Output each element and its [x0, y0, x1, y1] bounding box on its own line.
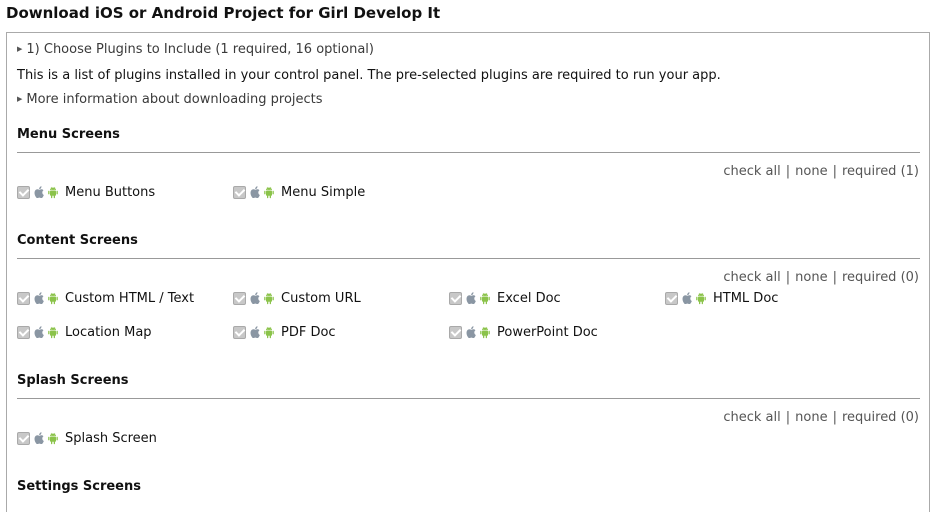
step-toggle[interactable]: ▶ 1) Choose Plugins to Include (1 require…: [17, 42, 374, 57]
plugin-item[interactable]: Splash Screen: [17, 429, 157, 447]
android-icon: [264, 186, 274, 198]
apple-icon: [466, 326, 476, 338]
section-controls-splash-screens: check all | none | required (0): [723, 410, 919, 425]
apple-icon: [34, 432, 44, 444]
plugin-item[interactable]: Excel Doc: [449, 289, 561, 307]
section-controls-menu-screens: check all | none | required (1): [723, 164, 919, 179]
section-title-menu-screens: Menu Screens: [17, 127, 120, 142]
plugin-checkbox[interactable]: [233, 291, 246, 305]
check-all-link[interactable]: check all: [723, 164, 780, 179]
android-icon: [480, 292, 490, 304]
section-divider: [17, 152, 920, 153]
android-icon: [48, 432, 58, 444]
plugin-item[interactable]: Location Map: [17, 323, 152, 341]
apple-icon: [682, 292, 692, 304]
android-icon: [480, 326, 490, 338]
apple-icon: [34, 186, 44, 198]
page-title: Download iOS or Android Project for Girl…: [6, 4, 441, 22]
android-icon: [48, 186, 58, 198]
apple-icon: [466, 292, 476, 304]
check-all-link[interactable]: check all: [723, 410, 780, 425]
apple-icon: [34, 326, 44, 338]
android-icon: [48, 292, 58, 304]
separator: |: [785, 270, 791, 285]
apple-icon: [34, 292, 44, 304]
separator: |: [832, 270, 837, 285]
plugin-label: PDF Doc: [281, 324, 336, 340]
apple-icon: [250, 186, 260, 198]
plugin-label: Custom URL: [281, 290, 361, 306]
section-title-splash-screens: Splash Screens: [17, 373, 129, 388]
section-controls-content-screens: check all | none | required (0): [723, 270, 919, 285]
triangle-right-icon: ▶: [17, 95, 23, 103]
section-title-content-screens: Content Screens: [17, 233, 138, 248]
none-link[interactable]: none: [795, 164, 827, 179]
required-link[interactable]: required (0): [842, 410, 919, 425]
separator: |: [785, 164, 791, 179]
required-link[interactable]: required (0): [842, 270, 919, 285]
apple-icon: [250, 326, 260, 338]
plugin-label: Location Map: [65, 324, 152, 340]
plugin-item[interactable]: HTML Doc: [665, 289, 778, 307]
plugin-item[interactable]: Menu Simple: [233, 183, 365, 201]
plugin-checkbox[interactable]: [233, 185, 246, 199]
plugin-label: PowerPoint Doc: [497, 324, 598, 340]
plugin-item[interactable]: Custom URL: [233, 289, 361, 307]
plugin-checkbox[interactable]: [17, 185, 30, 199]
step-toggle-label: 1) Choose Plugins to Include (1 required…: [26, 42, 374, 57]
plugin-checkbox[interactable]: [17, 291, 30, 305]
plugin-label: Menu Buttons: [65, 184, 156, 200]
separator: |: [832, 164, 837, 179]
android-icon: [696, 292, 706, 304]
required-link[interactable]: required (1): [842, 164, 919, 179]
plugin-checkbox[interactable]: [449, 291, 462, 305]
section-divider: [17, 258, 920, 259]
plugins-panel: ▶ 1) Choose Plugins to Include (1 require…: [6, 32, 930, 512]
more-info-toggle[interactable]: ▶ More information about downloading proj…: [17, 92, 323, 107]
section-title-settings-screens: Settings Screens: [17, 479, 141, 494]
apple-icon: [250, 292, 260, 304]
plugin-checkbox[interactable]: [233, 325, 246, 339]
plugin-label: Splash Screen: [65, 430, 157, 446]
check-all-link[interactable]: check all: [723, 270, 780, 285]
separator: |: [785, 410, 791, 425]
plugin-item[interactable]: PDF Doc: [233, 323, 336, 341]
plugin-checkbox[interactable]: [449, 325, 462, 339]
plugins-description: This is a list of plugins installed in y…: [17, 68, 721, 83]
plugin-label: HTML Doc: [713, 290, 779, 306]
plugin-label: Menu Simple: [281, 184, 366, 200]
plugin-item[interactable]: PowerPoint Doc: [449, 323, 598, 341]
section-divider: [17, 398, 920, 399]
plugin-checkbox[interactable]: [665, 291, 678, 305]
none-link[interactable]: none: [795, 410, 827, 425]
plugin-label: Custom HTML / Text: [65, 290, 195, 306]
android-icon: [48, 326, 58, 338]
android-icon: [264, 292, 274, 304]
plugin-item[interactable]: Custom HTML / Text: [17, 289, 194, 307]
plugin-label: Excel Doc: [497, 290, 561, 306]
none-link[interactable]: none: [795, 270, 827, 285]
android-icon: [264, 326, 274, 338]
triangle-right-icon: ▶: [17, 45, 23, 53]
plugin-checkbox[interactable]: [17, 325, 30, 339]
separator: |: [832, 410, 837, 425]
plugin-item[interactable]: Menu Buttons: [17, 183, 155, 201]
plugin-checkbox[interactable]: [17, 431, 30, 445]
more-info-label: More information about downloading proje…: [26, 92, 323, 107]
